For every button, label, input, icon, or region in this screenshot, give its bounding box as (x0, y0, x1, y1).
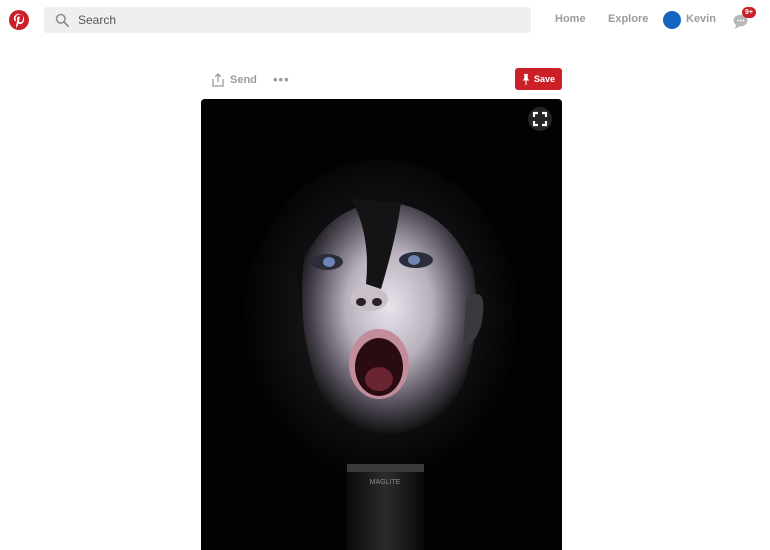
nav-home-link[interactable]: Home (555, 13, 586, 25)
search-icon (55, 13, 69, 27)
flashlight-brand-text: MAGLITE (370, 479, 401, 486)
top-bar: Home Explore Kevin 9+ (0, 0, 770, 40)
search-bar[interactable] (44, 7, 531, 33)
fullscreen-icon (532, 111, 548, 127)
nav-profile-link[interactable]: Kevin (686, 13, 716, 25)
pinterest-logo-icon[interactable] (9, 10, 29, 30)
save-button[interactable]: Save (515, 68, 562, 90)
expand-image-button[interactable] (528, 107, 552, 131)
nav-explore-link[interactable]: Explore (608, 13, 648, 25)
share-icon (212, 73, 224, 87)
save-label: Save (533, 74, 556, 84)
pin-image[interactable]: MAGLITE (201, 99, 562, 550)
send-button[interactable]: Send (212, 71, 257, 89)
more-options-button[interactable]: ••• (273, 72, 290, 87)
send-label: Send (230, 74, 257, 86)
pin-icon (522, 73, 530, 85)
search-input[interactable] (78, 7, 518, 33)
notification-badge: 9+ (742, 7, 756, 18)
avatar[interactable] (663, 11, 681, 29)
pin-photo: MAGLITE (201, 99, 562, 550)
